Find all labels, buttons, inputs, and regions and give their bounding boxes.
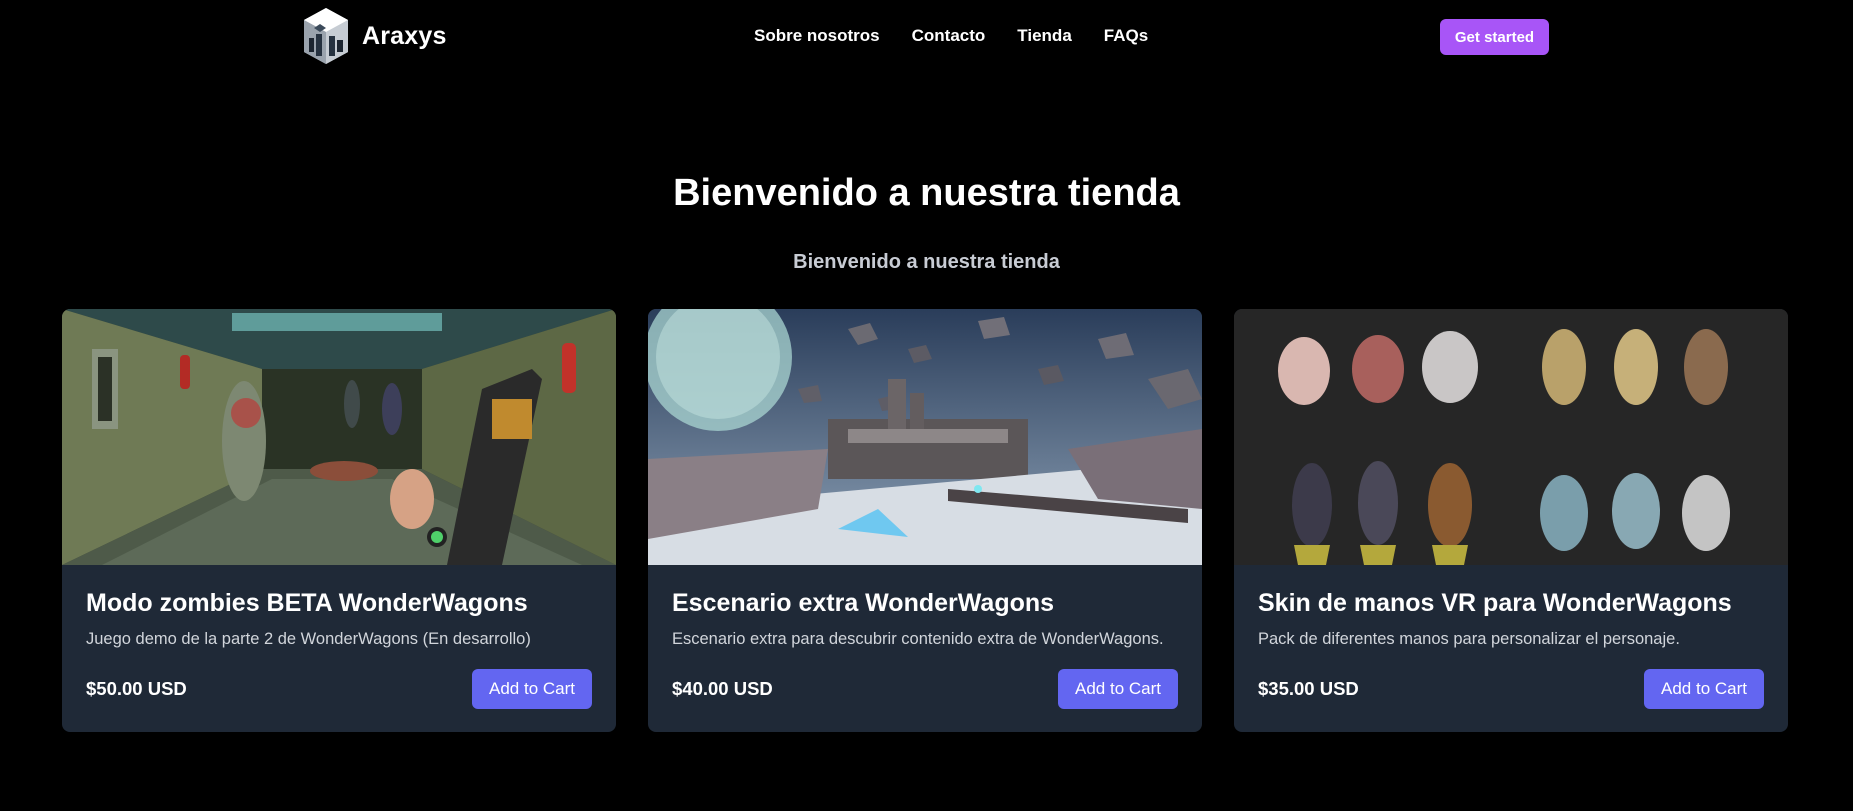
page-title: Bienvenido a nuestra tienda: [673, 172, 1180, 214]
product-card: Escenario extra WonderWagons Escenario e…: [648, 309, 1202, 732]
product-description: Escenario extra para descubrir contenido…: [672, 630, 1164, 648]
add-to-cart-button[interactable]: Add to Cart: [472, 669, 592, 709]
product-title: Escenario extra WonderWagons: [672, 589, 1055, 617]
product-price: $35.00 USD: [1258, 678, 1359, 699]
product-card: Modo zombies BETA WonderWagons Juego dem…: [62, 309, 616, 732]
product-description: Juego demo de la parte 2 de WonderWagons…: [86, 630, 531, 648]
zombie-corridor-image: [62, 309, 616, 565]
card-body: Escenario extra WonderWagons Escenario e…: [672, 589, 1178, 649]
product-price: $40.00 USD: [672, 678, 773, 699]
get-started-button[interactable]: Get started: [1440, 19, 1549, 55]
cube-city-logo-icon: [304, 8, 348, 64]
nav-link-contacto[interactable]: Contacto: [912, 26, 986, 46]
brand-name: Araxys: [362, 21, 447, 50]
product-card: Skin de manos VR para WonderWagons Pack …: [1234, 309, 1788, 732]
card-body: Modo zombies BETA WonderWagons Juego dem…: [86, 589, 592, 649]
navbar: Araxys Sobre nosotros Contacto Tienda FA…: [0, 0, 1853, 74]
page-subtitle: Bienvenido a nuestra tienda: [793, 251, 1060, 273]
product-price: $50.00 USD: [86, 678, 187, 699]
lowpoly-moon-base-image: [648, 309, 1202, 565]
nav-link-sobre-nosotros[interactable]: Sobre nosotros: [754, 26, 880, 46]
vr-hands-grid-image: [1234, 309, 1788, 565]
product-grid: Modo zombies BETA WonderWagons Juego dem…: [62, 309, 1788, 732]
product-description: Pack de diferentes manos para personaliz…: [1258, 630, 1680, 648]
brand[interactable]: Araxys: [300, 6, 447, 66]
card-body: Skin de manos VR para WonderWagons Pack …: [1258, 589, 1764, 649]
main-nav: Sobre nosotros Contacto Tienda FAQs: [754, 26, 1148, 46]
add-to-cart-button[interactable]: Add to Cart: [1058, 669, 1178, 709]
nav-link-faqs[interactable]: FAQs: [1104, 26, 1148, 46]
add-to-cart-button[interactable]: Add to Cart: [1644, 669, 1764, 709]
product-title: Skin de manos VR para WonderWagons: [1258, 589, 1732, 617]
product-title: Modo zombies BETA WonderWagons: [86, 589, 528, 617]
nav-link-tienda[interactable]: Tienda: [1017, 26, 1071, 46]
